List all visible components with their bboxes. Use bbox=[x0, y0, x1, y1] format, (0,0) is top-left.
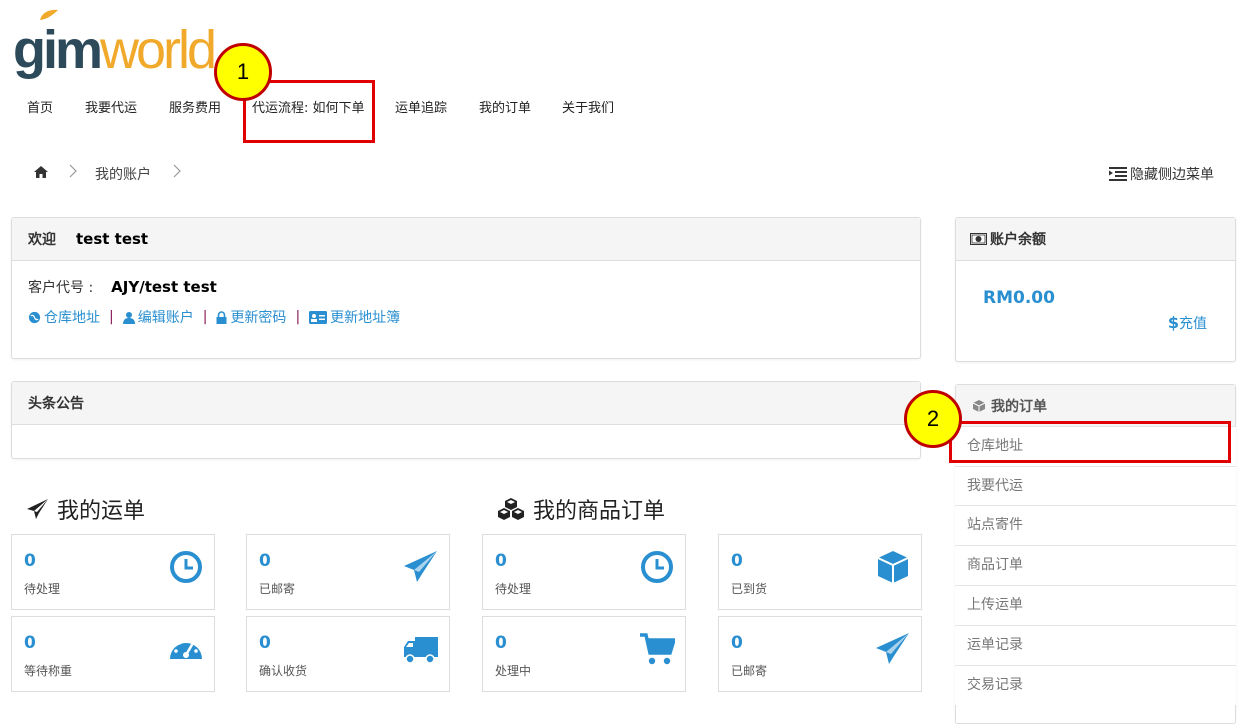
hide-sidebar-label: 隐藏侧边菜单 bbox=[1130, 167, 1214, 183]
paper-plane-icon bbox=[404, 551, 437, 582]
card-label: 待处理 bbox=[24, 582, 61, 596]
sidebar-item-shipping-request[interactable]: 我要代运 bbox=[955, 466, 1236, 506]
sidebar-item-site-send[interactable]: 站点寄件 bbox=[955, 505, 1236, 545]
link-separator: | bbox=[109, 309, 114, 325]
product-shipped-card[interactable]: 0 已邮寄 bbox=[718, 616, 922, 692]
cube-icon bbox=[972, 400, 986, 412]
nav-home[interactable]: 首页 bbox=[27, 96, 53, 122]
shipment-shipped-card[interactable]: 0 已邮寄 bbox=[246, 534, 450, 610]
dollar-icon: $ bbox=[1167, 313, 1179, 332]
cubes-icon bbox=[498, 498, 524, 520]
card-count: 0 bbox=[495, 633, 507, 653]
globe-icon bbox=[28, 311, 41, 323]
breadcrumb-current: 我的账户 bbox=[95, 167, 151, 183]
sidebar-item-waybill-records[interactable]: 运单记录 bbox=[955, 625, 1236, 665]
truck-icon bbox=[404, 637, 438, 664]
card-label: 处理中 bbox=[495, 664, 532, 678]
link-separator: | bbox=[202, 309, 208, 325]
card-count: 0 bbox=[731, 633, 743, 653]
cube-icon bbox=[877, 551, 909, 583]
customer-code-value: AJY/test test bbox=[111, 278, 217, 296]
edit-account-link[interactable]: 编辑账户 bbox=[122, 307, 194, 327]
headline-panel-header: 头条公告 bbox=[12, 382, 920, 425]
paper-plane-icon bbox=[27, 499, 48, 519]
home-icon[interactable] bbox=[33, 164, 49, 180]
headline-panel: 头条公告 bbox=[11, 381, 921, 459]
welcome-panel-body: 客户代号 : AJY/test test 仓库地址 | 编辑账户 | 更新密码 … bbox=[12, 261, 920, 327]
account-links: 仓库地址 | 编辑账户 | 更新密码 | 更新地址簿 bbox=[28, 307, 904, 327]
update-address-book-link[interactable]: 更新地址簿 bbox=[309, 307, 400, 327]
lock-icon bbox=[216, 310, 227, 324]
nav-my-orders[interactable]: 我的订单 bbox=[479, 96, 531, 122]
card-label: 确认收货 bbox=[259, 664, 308, 678]
chevron-right-icon bbox=[69, 164, 77, 178]
card-count: 0 bbox=[731, 551, 743, 571]
card-count: 0 bbox=[259, 551, 271, 571]
clock-icon bbox=[641, 551, 673, 583]
cart-icon bbox=[640, 633, 675, 665]
nav-shipping-request[interactable]: 我要代运 bbox=[85, 96, 137, 122]
product-pending-card[interactable]: 0 待处理 bbox=[482, 534, 686, 610]
card-label: 等待称重 bbox=[24, 664, 73, 678]
sidebar-item-upload-waybill[interactable]: 上传运单 bbox=[955, 585, 1236, 625]
card-label: 待处理 bbox=[495, 582, 532, 596]
user-icon bbox=[122, 311, 135, 324]
welcome-panel: 欢迎 test test 客户代号 : AJY/test test 仓库地址 |… bbox=[11, 217, 921, 359]
update-password-link[interactable]: 更新密码 bbox=[216, 307, 286, 327]
highlight-box-sidebar bbox=[949, 421, 1231, 463]
product-processing-card[interactable]: 0 处理中 bbox=[482, 616, 686, 692]
paper-plane-icon bbox=[876, 633, 909, 664]
shipments-section-title: 我的运单 bbox=[27, 493, 145, 525]
balance-panel-header: 账户余额 bbox=[956, 218, 1235, 261]
welcome-username: test test bbox=[76, 230, 149, 248]
card-label: 已邮寄 bbox=[731, 664, 768, 678]
card-label: 已到货 bbox=[731, 582, 768, 596]
card-count: 0 bbox=[495, 551, 507, 571]
dashboard-icon bbox=[170, 638, 202, 659]
card-label: 已邮寄 bbox=[259, 582, 296, 596]
balance-amount: RM0.00 bbox=[983, 288, 1055, 308]
welcome-panel-header: 欢迎 test test bbox=[12, 218, 920, 261]
customer-code-label: 客户代号 : bbox=[28, 280, 94, 296]
balance-panel: 账户余额 RM0.00 $充值 bbox=[955, 217, 1236, 362]
sidebar-item-product-orders[interactable]: 商品订单 bbox=[955, 545, 1236, 585]
card-count: 0 bbox=[24, 633, 36, 653]
site-logo[interactable]: gimworld bbox=[13, 8, 223, 78]
money-icon bbox=[970, 233, 987, 245]
product-arrived-card[interactable]: 0 已到货 bbox=[718, 534, 922, 610]
card-count: 0 bbox=[259, 633, 271, 653]
nav-service-fees[interactable]: 服务费用 bbox=[169, 96, 221, 122]
clock-icon bbox=[170, 551, 202, 583]
callout-marker-1: 1 bbox=[214, 43, 272, 101]
shipment-pending-card[interactable]: 0 待处理 bbox=[11, 534, 215, 610]
address-card-icon bbox=[309, 310, 328, 324]
logo-text-gim: gim bbox=[13, 20, 103, 80]
shipment-confirm-receipt-card[interactable]: 0 确认收货 bbox=[246, 616, 450, 692]
topup-link[interactable]: $充值 bbox=[1168, 313, 1207, 333]
hide-sidebar-button[interactable]: 隐藏侧边菜单 bbox=[1109, 164, 1214, 184]
welcome-label: 欢迎 bbox=[28, 232, 56, 248]
logo-text-world: world bbox=[100, 20, 217, 80]
link-separator: | bbox=[295, 309, 301, 325]
product-orders-section-title: 我的商品订单 bbox=[497, 493, 665, 525]
warehouse-address-link[interactable]: 仓库地址 bbox=[28, 307, 100, 327]
card-count: 0 bbox=[24, 551, 36, 571]
nav-tracking[interactable]: 运单追踪 bbox=[395, 96, 447, 122]
sidebar-item-transaction-records[interactable]: 交易记录 bbox=[955, 665, 1236, 705]
indent-icon bbox=[1109, 167, 1127, 181]
nav-about-us[interactable]: 关于我们 bbox=[562, 96, 614, 122]
shipment-awaiting-weight-card[interactable]: 0 等待称重 bbox=[11, 616, 215, 692]
callout-marker-2: 2 bbox=[904, 390, 962, 448]
chevron-right-icon bbox=[173, 164, 181, 178]
